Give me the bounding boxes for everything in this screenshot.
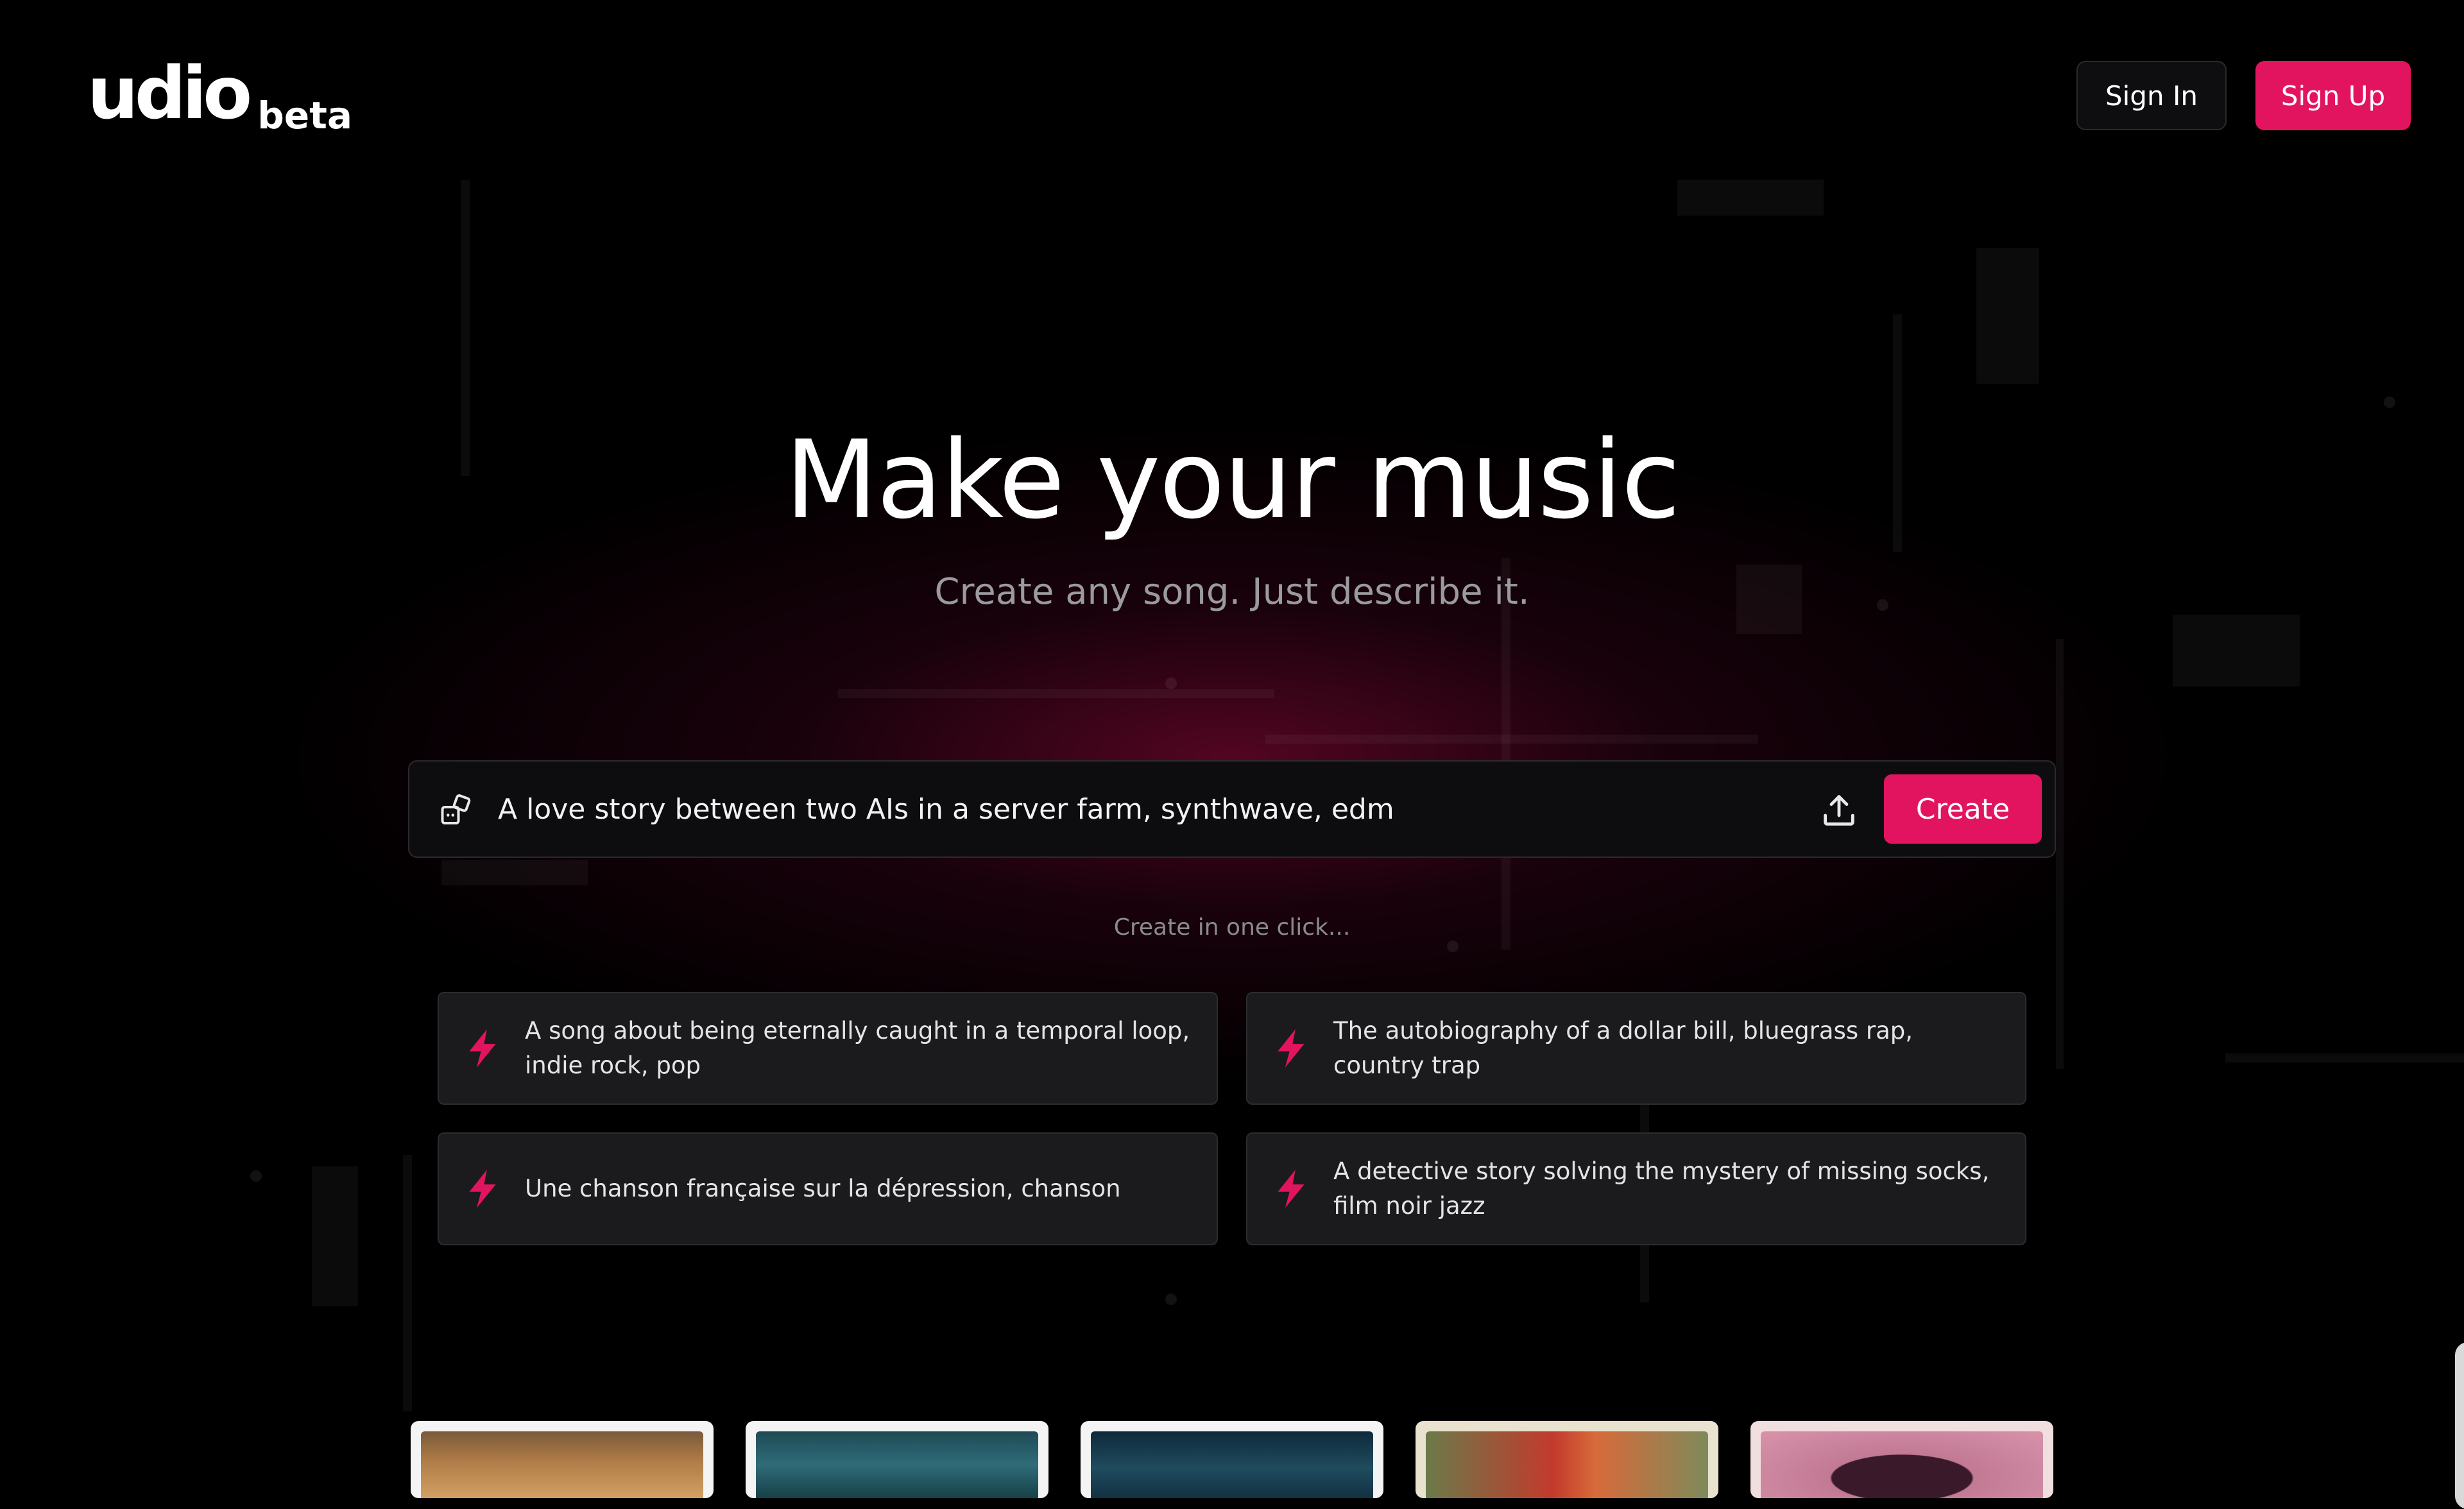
background-decoration bbox=[838, 689, 1274, 698]
suggestion-card[interactable]: The autobiography of a dollar bill, blue… bbox=[1246, 992, 2026, 1105]
page-subtitle: Create any song. Just describe it. bbox=[934, 571, 1530, 613]
background-decoration bbox=[2173, 615, 2300, 686]
lightning-icon bbox=[1278, 1170, 1305, 1208]
song-artwork bbox=[756, 1431, 1038, 1498]
page-title: Make your music bbox=[785, 417, 1681, 543]
background-decoration bbox=[2225, 1053, 2464, 1062]
suggestion-text: A detective story solving the mystery of… bbox=[1333, 1157, 1990, 1220]
sign-in-button[interactable]: Sign In bbox=[2076, 61, 2227, 130]
background-dot bbox=[1165, 1293, 1177, 1305]
suggestion-text: The autobiography of a dollar bill, blue… bbox=[1333, 1017, 1913, 1079]
prompt-input[interactable] bbox=[498, 777, 1717, 841]
dice-icon[interactable] bbox=[438, 791, 476, 830]
logo-wordmark: udio bbox=[87, 52, 252, 135]
create-button[interactable]: Create bbox=[1884, 774, 2042, 844]
song-card[interactable] bbox=[1081, 1421, 1383, 1498]
background-dot bbox=[1165, 678, 1177, 689]
lightning-icon bbox=[469, 1170, 496, 1208]
song-card[interactable] bbox=[1416, 1421, 1718, 1498]
prompt-bar: Create bbox=[408, 760, 2056, 858]
background-dot bbox=[250, 1170, 262, 1182]
song-card[interactable] bbox=[746, 1421, 1048, 1498]
one-click-label: Create in one click... bbox=[1113, 914, 1351, 941]
background-glow bbox=[0, 0, 2464, 1474]
song-artwork bbox=[421, 1431, 703, 1498]
suggestion-card[interactable]: A detective story solving the mystery of… bbox=[1246, 1132, 2026, 1245]
song-artwork bbox=[1091, 1431, 1373, 1498]
suggestion-text: Une chanson française sur la dépression,… bbox=[525, 1175, 1121, 1202]
logo-beta-badge: beta bbox=[257, 94, 352, 137]
song-card[interactable] bbox=[1750, 1421, 2053, 1498]
background-decoration bbox=[2056, 639, 2064, 1069]
background-decoration bbox=[1502, 558, 1510, 950]
song-artwork bbox=[1426, 1431, 1708, 1498]
song-card[interactable] bbox=[411, 1421, 714, 1498]
udio-logo[interactable]: udio beta bbox=[87, 52, 352, 136]
scroll-handle[interactable] bbox=[2455, 1342, 2464, 1509]
suggestion-text: A song about being eternally caught in a… bbox=[525, 1017, 1190, 1079]
background-decoration bbox=[403, 1155, 412, 1411]
suggestion-card[interactable]: A song about being eternally caught in a… bbox=[438, 992, 1218, 1105]
background-dot bbox=[1447, 941, 1459, 952]
background-decoration bbox=[1976, 248, 2039, 384]
lightning-icon bbox=[469, 1029, 496, 1068]
suggestion-card[interactable]: Une chanson française sur la dépression,… bbox=[438, 1132, 1218, 1245]
background-decoration bbox=[312, 1166, 358, 1306]
lightning-icon bbox=[1278, 1029, 1305, 1068]
background-dot bbox=[2384, 396, 2395, 408]
sign-up-button[interactable]: Sign Up bbox=[2255, 61, 2411, 130]
upload-icon[interactable] bbox=[1818, 790, 1860, 831]
background-decoration bbox=[1677, 180, 1824, 216]
background-decoration bbox=[441, 860, 588, 885]
song-artwork bbox=[1761, 1431, 2043, 1498]
background-decoration bbox=[1265, 735, 1758, 744]
